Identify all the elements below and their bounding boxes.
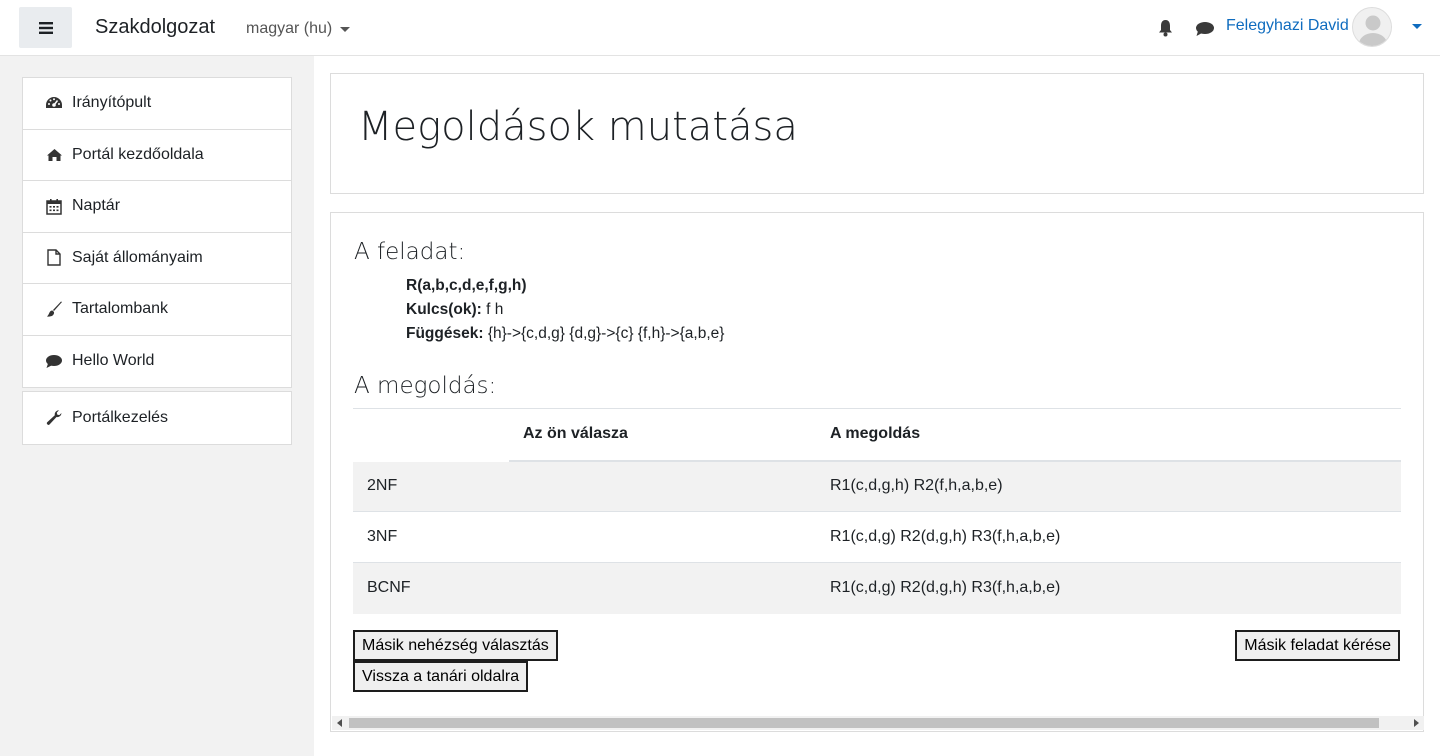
sidebar-item-hello-world[interactable]: Hello World [23,336,291,388]
your-answer-cell [509,460,816,512]
normal-form-cell: 2NF [353,460,509,512]
solution-cell: R1(c,d,g,h) R2(f,h,a,b,e) [816,460,1401,512]
top-navbar: Szakdolgozat magyar (hu) Felegyhazi Davi… [0,0,1440,56]
scroll-right-arrow-icon[interactable] [1414,719,1419,727]
other-difficulty-button[interactable]: Másik nehézség választás [353,630,558,661]
task-keys: Kulcs(ok): f h [406,301,503,319]
solution-heading: A megoldás: [354,373,497,399]
language-menu[interactable]: magyar (hu) [246,20,351,38]
task-dependencies: Függések: {h}->{c,d,g} {d,g}->{c} {f,h}-… [406,325,724,343]
bell-icon [1159,20,1172,37]
sidebar-item-calendar[interactable]: Naptár [23,181,291,233]
your-answer-cell [509,511,816,563]
hamburger-icon [38,21,53,34]
normal-form-cell: BCNF [353,562,509,614]
brush-icon [45,300,63,318]
comment-icon [1196,22,1214,36]
messages-button[interactable] [1195,21,1215,42]
sidebar-item-content-bank[interactable]: Tartalombank [23,284,291,336]
language-label: magyar (hu) [246,20,333,37]
sidebar-item-label: Hello World [72,352,155,370]
sidebar-main-nav: Irányítópult Portál kezdőoldala Naptár S… [22,77,292,388]
page-header: Megoldások mutatása [330,73,1424,194]
avatar[interactable] [1352,7,1392,47]
menu-toggle-button[interactable] [19,7,72,48]
dependencies-label: Függések: [406,325,484,342]
horizontal-scrollbar[interactable] [332,716,1424,730]
notifications-button[interactable] [1157,19,1174,42]
task-heading: A feladat: [354,239,466,265]
scrollbar-thumb[interactable] [349,718,1379,728]
column-header [353,408,509,462]
sidebar: Irányítópult Portál kezdőoldala Naptár S… [0,56,314,756]
sidebar-item-dashboard[interactable]: Irányítópult [23,78,291,130]
chevron-down-icon [340,26,351,32]
sidebar-item-private-files[interactable]: Saját állományaim [23,233,291,284]
table-header-row: Az ön válasza A megoldás [353,408,1401,462]
normal-form-cell: 3NF [353,511,509,563]
home-icon [45,146,63,164]
wrench-icon [45,409,63,427]
sidebar-item-label: Saját állományaim [72,248,203,266]
solution-cell: R1(c,d,g) R2(d,g,h) R3(f,h,a,b,e) [816,511,1401,563]
dashboard-icon [45,94,63,112]
content-card: A feladat: R(a,b,c,d,e,f,g,h) Kulcs(ok):… [330,212,1424,732]
sidebar-item-label: Irányítópult [72,94,152,112]
main-region: Megoldások mutatása A feladat: R(a,b,c,d… [314,56,1440,756]
task-relation: R(a,b,c,d,e,f,g,h) [406,277,527,295]
other-task-button[interactable]: Másik feladat kérése [1235,630,1400,661]
table-row: BCNF R1(c,d,g) R2(d,g,h) R3(f,h,a,b,e) [353,562,1401,614]
sidebar-item-label: Portálkezelés [72,408,169,426]
user-menu-chevron-icon[interactable] [1412,24,1422,29]
solution-table: Az ön válasza A megoldás 2NF R1(c,d,g,h)… [353,408,1401,614]
sidebar-item-label: Naptár [72,197,121,215]
file-icon [45,249,63,267]
your-answer-cell [509,562,816,614]
scroll-left-arrow-icon[interactable] [337,719,342,727]
column-header-your-answer: Az ön válasza [509,408,816,462]
sidebar-item-home[interactable]: Portál kezdőoldala [23,130,291,181]
column-header-solution: A megoldás [816,408,1401,462]
sidebar-admin-nav: Portálkezelés [22,391,292,445]
sidebar-item-label: Portál kezdőoldala [72,145,204,163]
user-avatar-icon [1353,8,1391,46]
comment-icon [45,352,63,370]
user-name-link[interactable]: Felegyhazi David [1226,17,1349,35]
table-row: 3NF R1(c,d,g) R2(d,g,h) R3(f,h,a,b,e) [353,511,1401,563]
site-name-link[interactable]: Szakdolgozat [95,16,215,39]
table-row: 2NF R1(c,d,g,h) R2(f,h,a,b,e) [353,460,1401,512]
sidebar-item-site-admin[interactable]: Portálkezelés [23,392,291,444]
back-to-teacher-page-button[interactable]: Vissza a tanári oldalra [353,661,529,692]
sidebar-item-label: Tartalombank [72,300,169,318]
relation-text: R(a,b,c,d,e,f,g,h) [406,277,527,294]
keys-value: f h [481,301,504,318]
calendar-icon [45,197,63,215]
dependencies-value: {h}->{c,d,g} {d,g}->{c} {f,h}->{a,b,e} [483,325,725,342]
keys-label: Kulcs(ok): [406,301,482,318]
solution-cell: R1(c,d,g) R2(d,g,h) R3(f,h,a,b,e) [816,562,1401,614]
page-title: Megoldások mutatása [358,104,798,150]
